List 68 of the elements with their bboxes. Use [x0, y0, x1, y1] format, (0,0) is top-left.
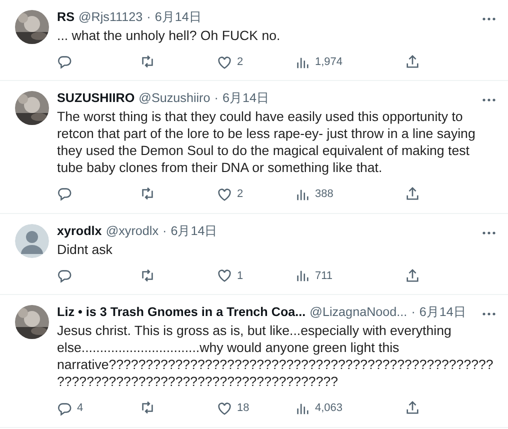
post-date: 6月14日 — [222, 90, 270, 108]
user-handle: @LizagnaNood... — [310, 304, 408, 322]
post-text: ... what the unholy hell? Oh FUCK no. — [57, 26, 282, 44]
share-button[interactable] — [405, 400, 420, 416]
heart-icon — [217, 268, 232, 284]
share-button[interactable] — [405, 268, 420, 283]
bar-chart-button[interactable]: 388 — [295, 186, 334, 203]
reply-icon — [57, 186, 72, 202]
count-label: 1 — [237, 268, 244, 284]
reply-icon — [57, 268, 72, 283]
user-name: SUZUSHIIRO — [57, 90, 135, 108]
reply-button[interactable] — [57, 186, 72, 202]
reply-button[interactable] — [57, 54, 72, 69]
user-handle: @Suzushiiro — [138, 90, 210, 108]
default-avatar-icon[interactable] — [15, 224, 49, 258]
separator-dot: · — [162, 222, 167, 240]
user-name: RS — [57, 9, 74, 26]
count-label: 711 — [315, 268, 333, 284]
user-handle: @Rjs11123 — [78, 9, 143, 26]
retweet-icon — [140, 400, 155, 416]
post-text: The worst thing is that they could have easily used this opportunity to retcon that part of the lore to be less rape-ey- just throw in a line saying they used the Demon Soul to do the magical equivalent of making test tube baby clones from their DNA or something like that. — [57, 108, 476, 176]
bar-chart-icon — [295, 268, 310, 284]
share-button[interactable] — [405, 186, 420, 202]
bar-chart-button[interactable]: 4,063 — [295, 400, 343, 417]
heart-button[interactable]: 1 — [217, 268, 244, 284]
bar-chart-button[interactable]: 711 — [295, 268, 333, 284]
share-icon — [405, 54, 420, 69]
count-label: 2 — [237, 54, 244, 70]
retweet-icon — [140, 268, 155, 283]
reply-button[interactable] — [57, 268, 72, 283]
retweet-button[interactable] — [140, 54, 155, 69]
user-handle: @xyrodlx — [106, 222, 158, 240]
post-date: 6月14日 — [419, 304, 466, 322]
separator-dot: · — [146, 9, 151, 26]
heart-icon — [217, 54, 232, 70]
share-icon — [405, 400, 420, 416]
heart-icon — [217, 187, 232, 202]
bar-chart-button[interactable]: 1,974 — [295, 54, 343, 70]
post-text: Jesus christ. This is gross as is, but like...especially with everything else................................why would anyone green light this narrative?????????????????????????????????????????????????????????????????????????????????????????? — [57, 322, 494, 390]
retweet-button[interactable] — [140, 400, 155, 416]
share-button[interactable] — [405, 54, 420, 69]
separator-dot: · — [411, 304, 416, 322]
share-icon — [405, 268, 420, 283]
retweet-button[interactable] — [140, 186, 155, 202]
reply-icon — [57, 400, 72, 416]
count-label: 4 — [77, 401, 84, 416]
user-name: xyrodlx — [57, 222, 102, 240]
share-icon — [405, 186, 420, 202]
retweet-icon — [140, 54, 155, 69]
reply-button[interactable]: 4 — [57, 400, 84, 417]
retweet-icon — [140, 186, 155, 202]
post-date: 6月14日 — [154, 9, 202, 26]
heart-icon — [217, 400, 232, 416]
heart-button[interactable]: 2 — [217, 186, 244, 203]
separator-dot: · — [214, 90, 218, 108]
reply-icon — [57, 54, 72, 69]
heart-button[interactable]: 2 — [217, 54, 244, 70]
post-text: Didnt ask — [57, 240, 114, 258]
heart-button[interactable]: 18 — [217, 400, 250, 417]
bar-chart-icon — [295, 187, 310, 202]
count-label: 1,974 — [315, 54, 343, 70]
count-label: 2 — [237, 187, 244, 202]
user-name: Liz • is 3 Trash Gnomes in a Trench Coa... — [57, 304, 306, 322]
count-label: 18 — [237, 401, 250, 416]
retweet-button[interactable] — [140, 268, 155, 283]
count-label: 388 — [315, 187, 334, 202]
post-date: 6月14日 — [170, 222, 218, 240]
count-label: 4,063 — [315, 401, 343, 416]
